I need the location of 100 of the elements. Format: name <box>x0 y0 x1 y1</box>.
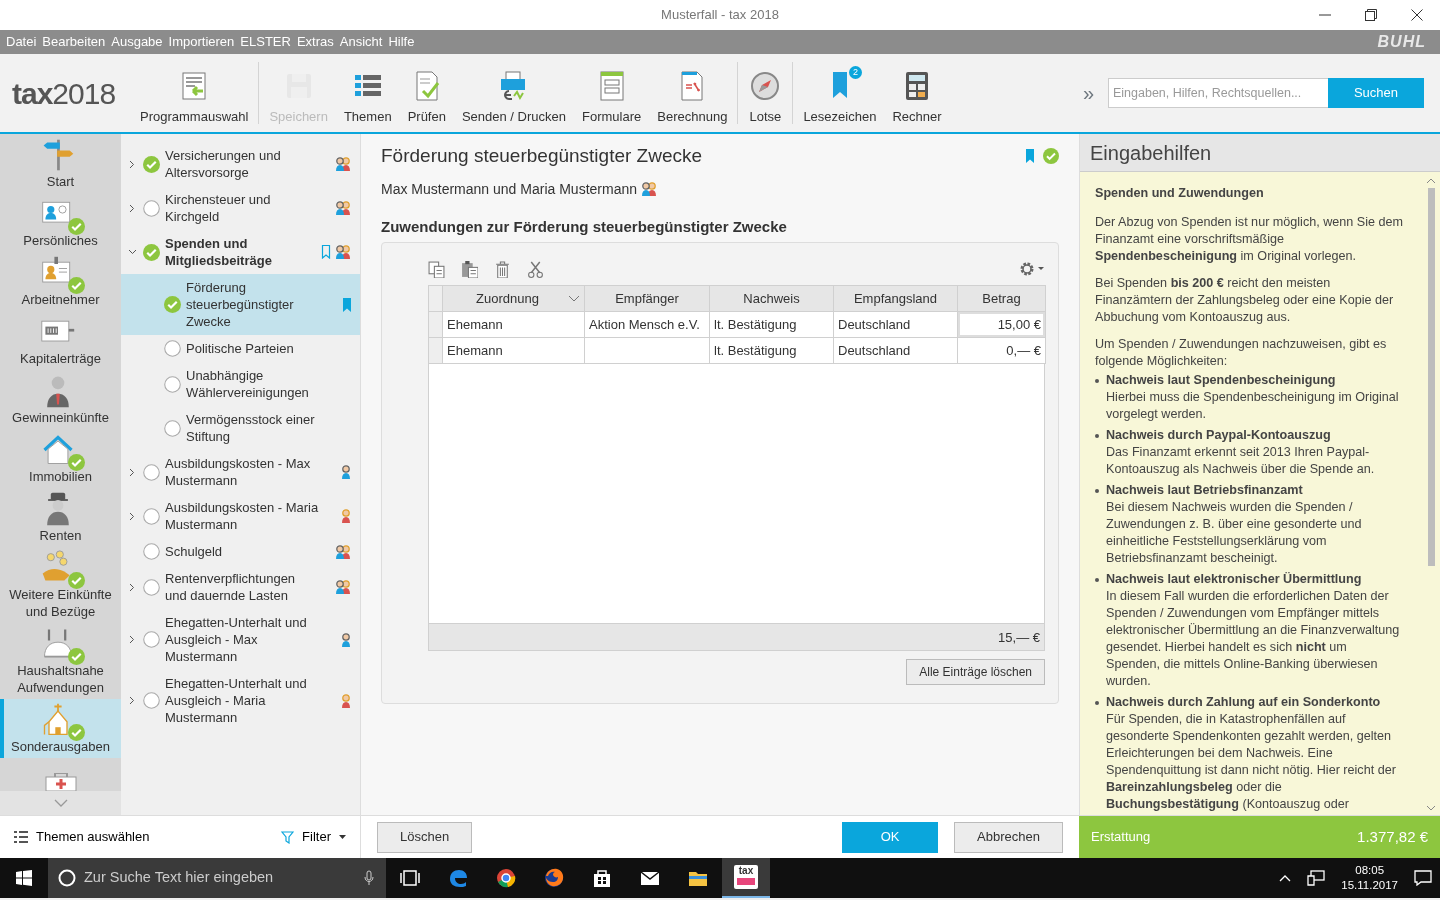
tree-item[interactable]: Schulgeld <box>121 538 360 565</box>
nav-item[interactable]: Haushaltsnahe Aufwendungen <box>0 623 121 699</box>
minimize-icon <box>1319 14 1331 16</box>
persons-icon <box>641 181 658 197</box>
page-title: Förderung steuerbegünstigter Zwecke <box>381 144 704 168</box>
help-heading: Spenden und Zuwendungen <box>1095 185 1265 202</box>
table-cell: 0,— € <box>957 337 1046 364</box>
chevron-down-icon[interactable] <box>127 249 137 255</box>
tree-item[interactable]: Unabhängige Wählervereinigungen <box>121 362 360 406</box>
toolbar-button[interactable]: Programmauswahl <box>132 54 257 132</box>
tree-item[interactable]: Rentenverpflichtungen und dauernde Lasten <box>121 565 360 609</box>
window-title: Musterfall - tax 2018 <box>661 6 779 25</box>
search-field[interactable]: Eingaben, Hilfen, Rechtsquellen... <box>1108 78 1328 108</box>
delete-button[interactable]: Löschen <box>377 821 473 853</box>
chevron-right-icon[interactable] <box>129 582 135 592</box>
tree-label: Schulgeld <box>165 543 224 560</box>
chevron-right-icon[interactable] <box>129 635 135 644</box>
nav-item[interactable]: Persönliches <box>0 193 121 252</box>
taskbar-search[interactable]: Zur Suche Text hier eingeben <box>48 858 386 898</box>
chevron-right-icon[interactable] <box>129 159 135 169</box>
scroll-down-icon[interactable] <box>1426 805 1436 811</box>
app-logo: tax2018 <box>11 75 117 112</box>
column-header[interactable]: Empfänger <box>584 285 710 312</box>
tree-item[interactable]: Politische Parteien <box>121 335 360 362</box>
tree-item[interactable]: Vermögensstock einer Stiftung <box>121 406 360 450</box>
search-placeholder: Zur Suche Text hier eingeben <box>84 868 275 888</box>
chevron-right-icon[interactable] <box>129 467 135 477</box>
column-header[interactable]: Empfangsland <box>833 285 958 312</box>
help-paragraph: Der Abzug von Spenden ist nur möglich, wenn Sie dem Finanzamt eine vorschriftsmäßige Spendenbescheinigung im Original vorlegen. <box>1095 214 1404 265</box>
nav-item[interactable]: Start <box>0 134 121 193</box>
nav-item[interactable]: Weitere Einkünfte und Bezüge <box>0 547 121 623</box>
tree-label: Kirchensteuer und Kirchgeld <box>165 191 272 225</box>
chevron-right-icon[interactable] <box>129 511 135 521</box>
tree-label: Ausbildungskosten - Maria Mustermann <box>165 499 320 533</box>
bullet-icon <box>1095 701 1099 705</box>
toolbar-button[interactable]: Senden / Drucken <box>453 54 574 132</box>
task-view-icon <box>399 867 421 889</box>
filter-button[interactable]: Filter <box>275 826 352 848</box>
copy-icon[interactable] <box>428 260 445 278</box>
toolbar-button[interactable]: Prüfen <box>399 54 454 132</box>
help-item-text: Bei diesem Nachweis wurden die Spenden / Zuwendungen z. B. über eine gesonderte und einheitliche Feststellungserklärung vom Betriebsfinanzamt bescheinigt. <box>1106 499 1363 567</box>
refund-label: Erstattung <box>1091 828 1152 847</box>
network-icon[interactable] <box>1307 870 1326 886</box>
chevron-right-icon[interactable] <box>129 203 135 213</box>
tree-label: Rentenverpflichtungen und dauernde Lasten <box>165 570 297 604</box>
help-item-text: Hierbei muss die Spendenbescheinigung im Original vorgelegt werden. <box>1106 389 1400 423</box>
tree-item[interactable]: Kirchensteuer und Kirchgeld <box>121 186 360 230</box>
tree-item[interactable]: Versicherungen und Altersvorsorge <box>121 142 360 186</box>
clock-date: 15.11.2017 <box>1341 878 1398 893</box>
help-item-title: Nachweis durch Zahlung auf ein Sonderkonto <box>1106 694 1382 711</box>
toolbar-button[interactable]: Themen <box>335 54 400 132</box>
nav-item[interactable]: Immobilien <box>0 429 121 488</box>
help-item-title: Nachweis durch Paypal-Kontoauszug <box>1106 427 1332 444</box>
nav-item[interactable]: Kapitalerträge <box>0 311 121 370</box>
topics-button[interactable]: Themen auswählen <box>8 826 156 848</box>
nav-item[interactable]: Arbeitnehmer <box>0 252 121 311</box>
toolbar-button[interactable]: Berechnung <box>649 54 736 132</box>
paste-icon[interactable] <box>461 260 478 278</box>
tree-item[interactable]: Förderung steuerbegünstigter Zwecke <box>121 274 360 335</box>
tree-item[interactable]: Ehegatten-Unterhalt und Ausgleich - Max Mustermann <box>121 609 360 670</box>
overflow-button[interactable]: » <box>1076 77 1100 109</box>
scissors-icon[interactable] <box>527 260 544 278</box>
tree-label: Politische Parteien <box>186 340 295 357</box>
nav-item[interactable]: Sonderausgaben <box>0 699 121 758</box>
tree-item[interactable]: Ehegatten-Unterhalt und Ausgleich - Maria Mustermann <box>121 670 360 731</box>
nav-item[interactable]: Gewinneinkünfte <box>0 370 121 429</box>
clear-all-button[interactable]: Alle Einträge löschen <box>906 659 1045 685</box>
help-item-text: Für Spenden, die in Katastrophenfällen auf gesonderte Spendenkonten gezahlt werden, gelten Erleichterungen bei dem Nachweis. Eine Spendenquittung ist dann nicht nötig. Hier reicht der Bareinzahlungsbeleg oder die Buchungsbestätigung (Kontoauszug oder <box>1106 711 1397 813</box>
notification-icon[interactable] <box>1414 870 1432 886</box>
tree-label: Ehegatten-Unterhalt und Ausgleich - Max Mustermann <box>165 614 308 665</box>
scroll-up-icon[interactable] <box>1426 178 1436 184</box>
chevron-up-icon[interactable] <box>1279 874 1292 882</box>
clock-time: 08:05 <box>1354 863 1386 878</box>
tree-label: Unabhängige Wählervereinigungen <box>186 367 310 401</box>
tree-item[interactable]: Ausbildungskosten - Max Mustermann <box>121 450 360 494</box>
page-subtitle: Max Mustermann und Maria Mustermann <box>381 179 637 199</box>
column-header[interactable]: Betrag <box>957 285 1046 312</box>
chevron-down-icon[interactable] <box>568 294 580 303</box>
settings-icon[interactable] <box>1019 260 1045 278</box>
taskbar-app[interactable]: tax <box>722 858 770 898</box>
toolbar-button[interactable]: Formulare <box>574 54 650 132</box>
table-cell: Aktion Mensch e.V. <box>584 311 710 338</box>
trash-icon[interactable] <box>494 260 511 278</box>
chevron-right-icon[interactable] <box>129 696 135 705</box>
tree-label: Förderung steuerbegünstigter Zwecke <box>186 279 295 330</box>
tree-label: Versicherungen und Altersvorsorge <box>165 147 282 181</box>
scrollbar-thumb[interactable] <box>1427 188 1435 566</box>
help-item-text: In diesem Fall wurden die erforderlichen Daten der Spenden / Zuwendungen vom Empfänger mittels elektronischer Übermittlung an die Finanzverwaltung gesendet. Hierbei handelt es sich nicht um Spenden, die mittels Online-Banking überwiesen wurden. <box>1106 588 1401 690</box>
tree-item[interactable]: Ausbildungskosten - Maria Mustermann <box>121 494 360 538</box>
close-icon <box>1411 9 1423 21</box>
nav-item[interactable]: Renten <box>0 488 121 547</box>
toolbar-button[interactable]: Lotse <box>740 54 791 132</box>
bullet-icon <box>1095 578 1099 582</box>
toolbar-button[interactable]: 2 Lesezeichen <box>795 54 885 132</box>
browser-icon <box>543 867 565 889</box>
toolbar-button[interactable]: Rechner <box>884 54 950 132</box>
column-header[interactable]: Nachweis <box>709 285 834 312</box>
tree-item[interactable]: Spenden und Mitgliedsbeiträge <box>121 230 360 274</box>
bullet-icon <box>1095 434 1099 438</box>
cancel-button[interactable]: Abbrechen <box>954 821 1063 853</box>
